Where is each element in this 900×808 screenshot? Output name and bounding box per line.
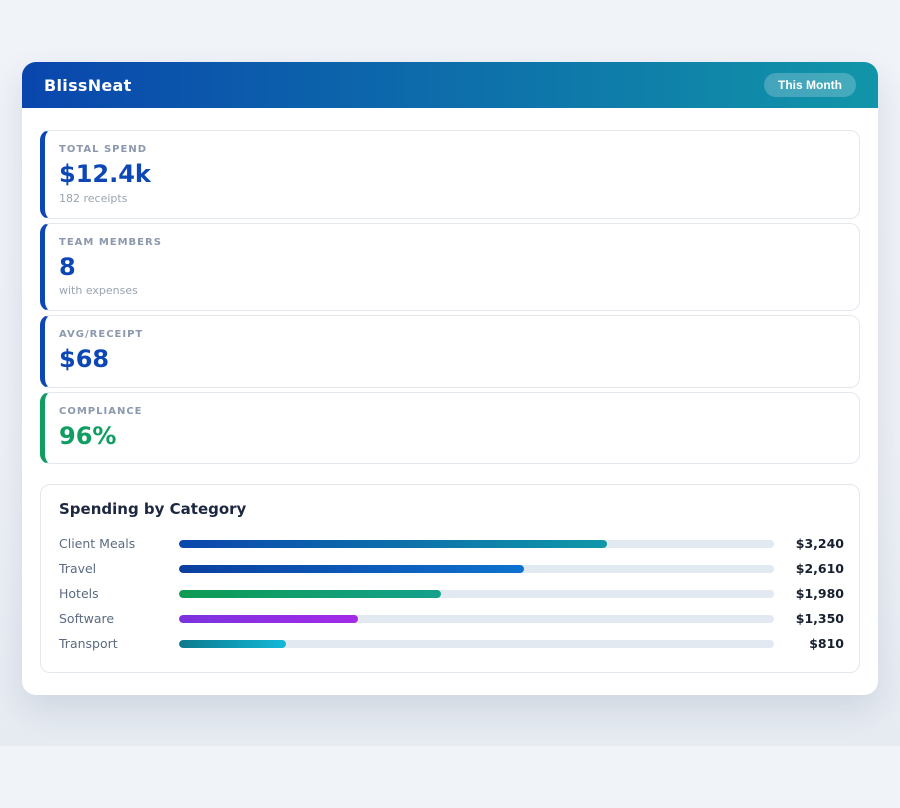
bar-fill <box>179 639 287 648</box>
category-value: $1,980 <box>795 586 844 602</box>
bar-fill <box>179 564 525 573</box>
stat-value: $12.4k <box>59 160 151 188</box>
bar-track <box>179 539 774 548</box>
stat-label: TEAM MEMBERS <box>59 236 162 248</box>
bar-track <box>179 564 774 573</box>
chart-row: Transport $810 <box>59 631 844 656</box>
bar-track <box>179 614 774 623</box>
period-badge[interactable]: This Month <box>764 73 856 97</box>
bar-track <box>179 589 774 598</box>
bar-fill <box>179 614 358 623</box>
bar-fill <box>179 539 608 548</box>
dashboard-body: TOTAL SPEND $12.4k 182 receipts TEAM MEM… <box>22 108 878 695</box>
chart-row: Hotels $1,980 <box>59 581 844 606</box>
category-value: $810 <box>809 636 844 652</box>
spending-chart-card: Spending by Category Client Meals $3,240… <box>40 484 860 674</box>
stat-card: TOTAL SPEND $12.4k 182 receipts <box>40 130 860 219</box>
app-title: BlissNeat <box>44 75 132 95</box>
dashboard-panel: BlissNeat This Month TOTAL SPEND $12.4k … <box>22 62 878 696</box>
stat-value: 8 <box>59 252 76 281</box>
app-header: BlissNeat This Month <box>22 62 878 108</box>
category-label: Transport <box>59 636 118 652</box>
category-value: $3,240 <box>795 536 844 552</box>
category-value: $2,610 <box>795 561 844 577</box>
chart-row: Travel $2,610 <box>59 556 844 581</box>
chart-row: Software $1,350 <box>59 606 844 631</box>
stat-value: $68 <box>59 345 110 374</box>
stat-label: TOTAL SPEND <box>59 144 147 155</box>
stat-card: TEAM MEMBERS 8 with expenses <box>40 222 860 312</box>
category-label: Client Meals <box>59 536 136 552</box>
category-label: Hotels <box>59 586 99 602</box>
stat-subtitle: 182 receipts <box>59 191 128 205</box>
stat-label: COMPLIANCE <box>59 405 143 417</box>
stat-subtitle: with expenses <box>59 284 138 298</box>
stat-card: AVG/RECEIPT $68 <box>40 315 860 388</box>
category-label: Travel <box>59 561 97 577</box>
category-label: Software <box>59 611 115 627</box>
chart-row: Client Meals $3,240 <box>59 531 844 556</box>
bar-fill <box>179 589 441 598</box>
stat-value: 96% <box>59 421 117 450</box>
stat-label: AVG/RECEIPT <box>59 329 144 341</box>
chart-title: Spending by Category <box>59 500 247 519</box>
bar-track <box>179 639 774 648</box>
stat-card: COMPLIANCE 96% <box>40 391 860 465</box>
category-value: $1,350 <box>795 611 844 627</box>
